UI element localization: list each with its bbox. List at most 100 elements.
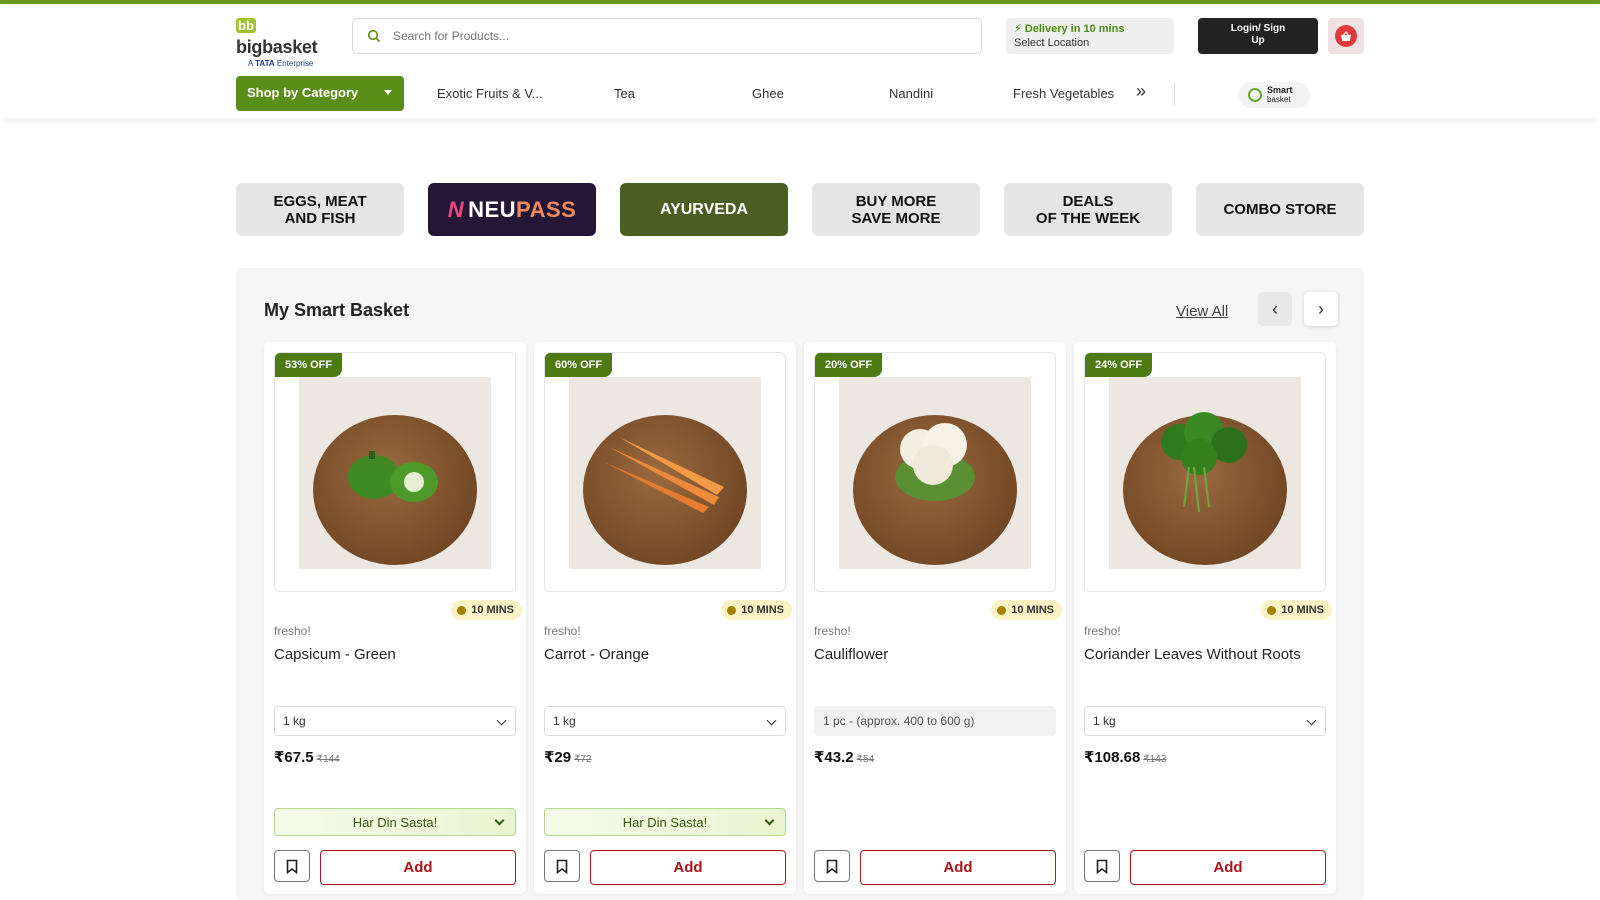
delivery-time-badge: 10 MINS <box>721 600 792 620</box>
logo-text: bigbasket <box>236 37 318 57</box>
tile-neupass[interactable]: N NEU PASS <box>428 183 596 236</box>
product-brand: fresho! <box>814 624 851 638</box>
delivery-time-badge: 10 MINS <box>991 600 1062 620</box>
smart-basket-icon <box>1248 88 1262 102</box>
login-signup-button[interactable]: Login/ Sign Up <box>1198 18 1318 54</box>
save-for-later-button[interactable] <box>274 850 310 882</box>
bookmark-icon <box>556 859 568 874</box>
chevron-left-icon: ‹ <box>1272 298 1278 319</box>
product-brand: fresho! <box>544 624 581 638</box>
capsicum-illustration <box>348 451 438 502</box>
search-bar[interactable] <box>352 18 982 54</box>
category-tiles: EGGS, MEAT AND FISH N NEU PASS AYURVEDA BUY… <box>236 183 1364 236</box>
quantity-select[interactable]: 1 kg <box>1084 706 1326 736</box>
smart-basket-button[interactable]: Smart basket <box>1238 82 1310 108</box>
product-name[interactable]: Cauliflower <box>814 646 888 663</box>
tile-ayurveda[interactable]: AYURVEDA <box>620 183 788 236</box>
discount-badge: 20% OFF <box>815 353 883 377</box>
coriander-illustration <box>1161 412 1247 513</box>
view-all-link[interactable]: View All <box>1176 303 1228 320</box>
nav-link-tea[interactable]: Tea <box>614 86 635 101</box>
quantity-select[interactable]: 1 kg <box>274 706 516 736</box>
chevron-down-icon <box>764 815 775 826</box>
chevron-down-icon <box>496 715 507 726</box>
add-to-basket-button[interactable]: Add <box>1130 850 1326 885</box>
logo-mark: bb <box>236 18 256 33</box>
product-image[interactable]: 20% OFF <box>814 352 1056 592</box>
shop-by-category-button[interactable]: Shop by Category <box>236 76 404 111</box>
tile-combo-store[interactable]: COMBO STORE <box>1196 183 1364 236</box>
product-name[interactable]: Capsicum - Green <box>274 646 396 663</box>
chevron-down-icon <box>1306 715 1317 726</box>
clock-icon <box>457 606 467 615</box>
neupass-logo-icon: N <box>447 197 465 222</box>
chevron-down-icon <box>494 815 505 826</box>
bookmark-icon <box>1096 859 1108 874</box>
quantity-label: 1 pc - (approx. 400 to 600 g) <box>814 706 1056 736</box>
caret-down-icon <box>384 90 392 95</box>
clock-icon <box>727 606 737 615</box>
quantity-select[interactable]: 1 kg <box>544 706 786 736</box>
product-image[interactable]: 60% OFF <box>544 352 786 592</box>
product-name[interactable]: Carrot - Orange <box>544 646 649 663</box>
nav-more-icon[interactable]: » <box>1136 81 1146 102</box>
product-price: ₹108.68 ₹143 <box>1084 749 1167 766</box>
nav-link-nandini[interactable]: Nandini <box>889 86 933 101</box>
product-price: ₹29 ₹72 <box>544 749 592 766</box>
search-input[interactable] <box>393 29 953 43</box>
product-name[interactable]: Coriander Leaves Without Roots <box>1084 646 1301 663</box>
logo-tagline: A TATA Enterprise <box>248 59 314 68</box>
smart-basket-section: My Smart Basket View All ‹ › 53% OFF 10 … <box>236 268 1364 900</box>
add-to-basket-button[interactable]: Add <box>590 850 786 885</box>
carrot-illustration <box>604 437 724 513</box>
delivery-time: ⚡ Delivery in 10 mins <box>1014 23 1125 35</box>
discount-badge: 60% OFF <box>545 353 613 377</box>
delivery-location-selector[interactable]: ⚡ Delivery in 10 mins Select Location <box>1006 18 1174 54</box>
add-to-basket-button[interactable]: Add <box>860 850 1056 885</box>
carousel-prev-button[interactable]: ‹ <box>1258 292 1292 326</box>
delivery-time-badge: 10 MINS <box>1261 600 1332 620</box>
product-card[interactable]: 53% OFF 10 MINS fresho! Capsicum - Green… <box>264 342 526 894</box>
save-for-later-button[interactable] <box>814 850 850 882</box>
product-brand: fresho! <box>1084 624 1121 638</box>
product-card[interactable]: 60% OFF 10 MINS fresho! Carrot - Orange … <box>534 342 796 894</box>
clock-icon <box>1267 606 1277 615</box>
product-card[interactable]: 20% OFF 10 MINS fresho! Cauliflower 1 pc… <box>804 342 1066 894</box>
product-image[interactable]: 53% OFF <box>274 352 516 592</box>
tile-buy-more-save-more[interactable]: BUY MORE SAVE MORE <box>812 183 980 236</box>
nav-link-fresh-vegetables[interactable]: Fresh Vegetables <box>1013 86 1114 101</box>
save-for-later-button[interactable] <box>1084 850 1120 882</box>
product-card[interactable]: 24% OFF 10 MINS fresho! Coriander Leaves… <box>1074 342 1336 894</box>
discount-badge: 24% OFF <box>1085 353 1153 377</box>
nav-link-ghee[interactable]: Ghee <box>752 86 784 101</box>
carousel-next-button[interactable]: › <box>1304 292 1338 326</box>
product-price: ₹43.2 ₹54 <box>814 749 875 766</box>
chevron-down-icon <box>766 715 777 726</box>
select-location-text: Select Location <box>1014 37 1090 49</box>
tile-deals-of-the-week[interactable]: DEALS OF THE WEEK <box>1004 183 1172 236</box>
bookmark-icon <box>826 859 838 874</box>
delivery-time-badge: 10 MINS <box>451 600 522 620</box>
offer-dropdown[interactable]: Har Din Sasta! <box>544 808 786 836</box>
chevron-right-icon: › <box>1318 298 1324 319</box>
tile-eggs-meat-fish[interactable]: EGGS, MEAT AND FISH <box>236 183 404 236</box>
save-for-later-button[interactable] <box>544 850 580 882</box>
add-to-basket-button[interactable]: Add <box>320 850 516 885</box>
clock-icon <box>997 606 1007 615</box>
site-header: bb bigbasket A TATA Enterprise ⚡ Delivery… <box>0 4 1600 118</box>
product-image[interactable]: 24% OFF <box>1084 352 1326 592</box>
bigbasket-logo[interactable]: bb bigbasket A TATA Enterprise <box>236 18 328 68</box>
product-brand: fresho! <box>274 624 311 638</box>
product-price: ₹67.5 ₹144 <box>274 749 340 766</box>
cart-button[interactable] <box>1328 18 1364 54</box>
bookmark-icon <box>286 859 298 874</box>
lightning-icon: ⚡ <box>1014 23 1022 35</box>
cauliflower-illustration <box>895 423 975 501</box>
nav-link-exotic-fruits[interactable]: Exotic Fruits & V... <box>437 86 543 101</box>
search-icon <box>367 29 381 43</box>
discount-badge: 53% OFF <box>275 353 343 377</box>
basket-icon <box>1335 25 1357 47</box>
section-title: My Smart Basket <box>264 300 410 320</box>
offer-dropdown[interactable]: Har Din Sasta! <box>274 808 516 836</box>
nav-divider <box>1174 82 1175 106</box>
